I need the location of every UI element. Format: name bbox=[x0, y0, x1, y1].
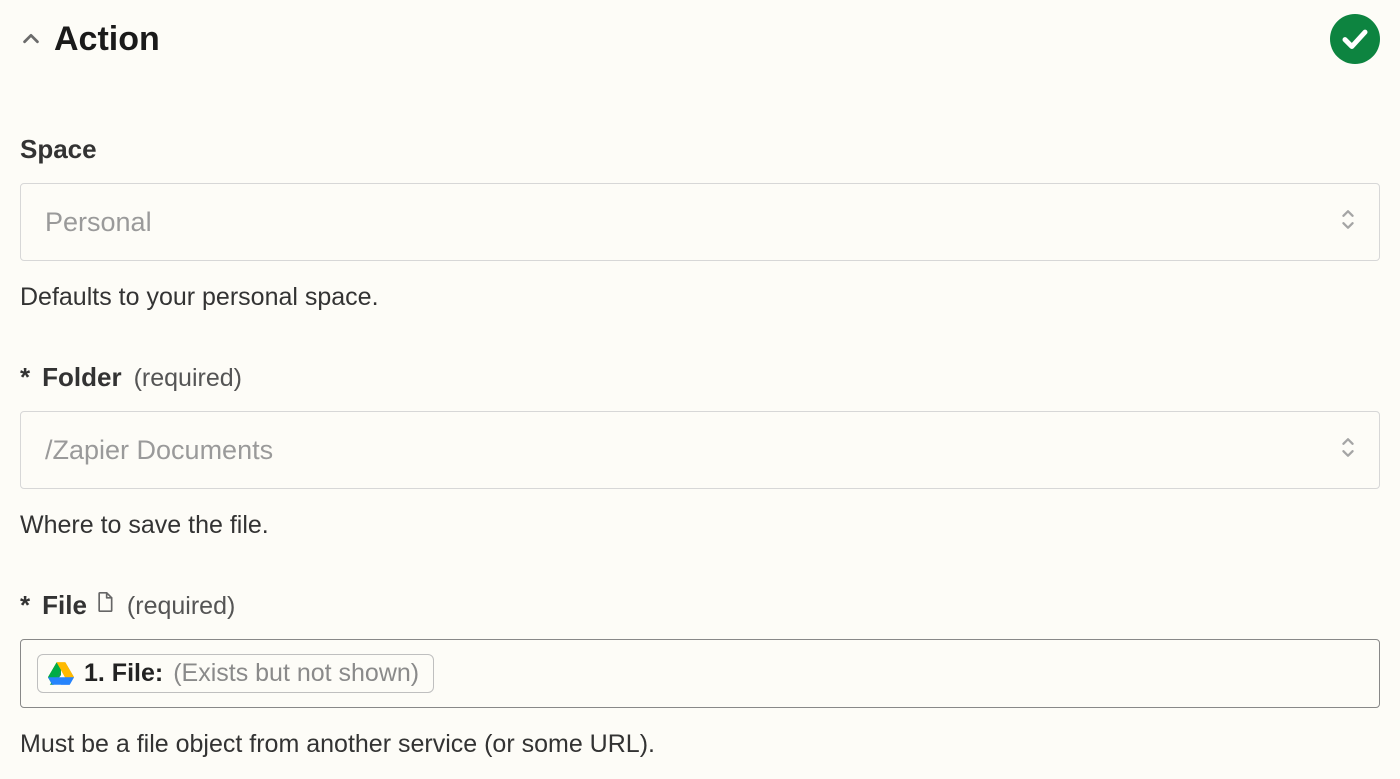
folder-asterisk: * bbox=[20, 362, 30, 393]
section-title: Action bbox=[54, 20, 160, 59]
space-placeholder: Personal bbox=[45, 207, 152, 238]
space-select[interactable]: Personal bbox=[20, 183, 1380, 261]
file-input[interactable]: 1. File: (Exists but not shown) bbox=[20, 639, 1380, 708]
status-ok-badge bbox=[1330, 14, 1380, 64]
file-asterisk: * bbox=[20, 590, 30, 621]
section-header: Action bbox=[20, 14, 1380, 64]
folder-help: Where to save the file. bbox=[20, 511, 1380, 540]
file-pill-suffix: (Exists but not shown) bbox=[173, 659, 419, 688]
folder-required-note: (required) bbox=[134, 364, 242, 393]
folder-placeholder: /Zapier Documents bbox=[45, 435, 273, 466]
file-value-pill[interactable]: 1. File: (Exists but not shown) bbox=[37, 654, 434, 693]
space-help: Defaults to your personal space. bbox=[20, 283, 1380, 312]
file-help: Must be a file object from another servi… bbox=[20, 730, 1380, 759]
file-label: File bbox=[42, 590, 87, 621]
folder-label: Folder bbox=[42, 362, 121, 393]
collapse-chevron-icon[interactable] bbox=[20, 28, 42, 50]
file-required-note: (required) bbox=[127, 592, 235, 621]
field-space: Space Personal Defaults to your personal… bbox=[20, 134, 1380, 312]
space-label: Space bbox=[20, 134, 97, 165]
select-caret-icon bbox=[1337, 434, 1359, 467]
folder-select[interactable]: /Zapier Documents bbox=[20, 411, 1380, 489]
google-drive-icon bbox=[48, 662, 74, 686]
field-file: * File (required) 1. File: (Exists but n… bbox=[20, 590, 1380, 759]
check-icon bbox=[1340, 24, 1370, 54]
file-type-icon bbox=[95, 590, 115, 614]
select-caret-icon bbox=[1337, 206, 1359, 239]
field-folder: * Folder (required) /Zapier Documents Wh… bbox=[20, 362, 1380, 540]
file-pill-prefix: 1. File: bbox=[84, 659, 163, 688]
